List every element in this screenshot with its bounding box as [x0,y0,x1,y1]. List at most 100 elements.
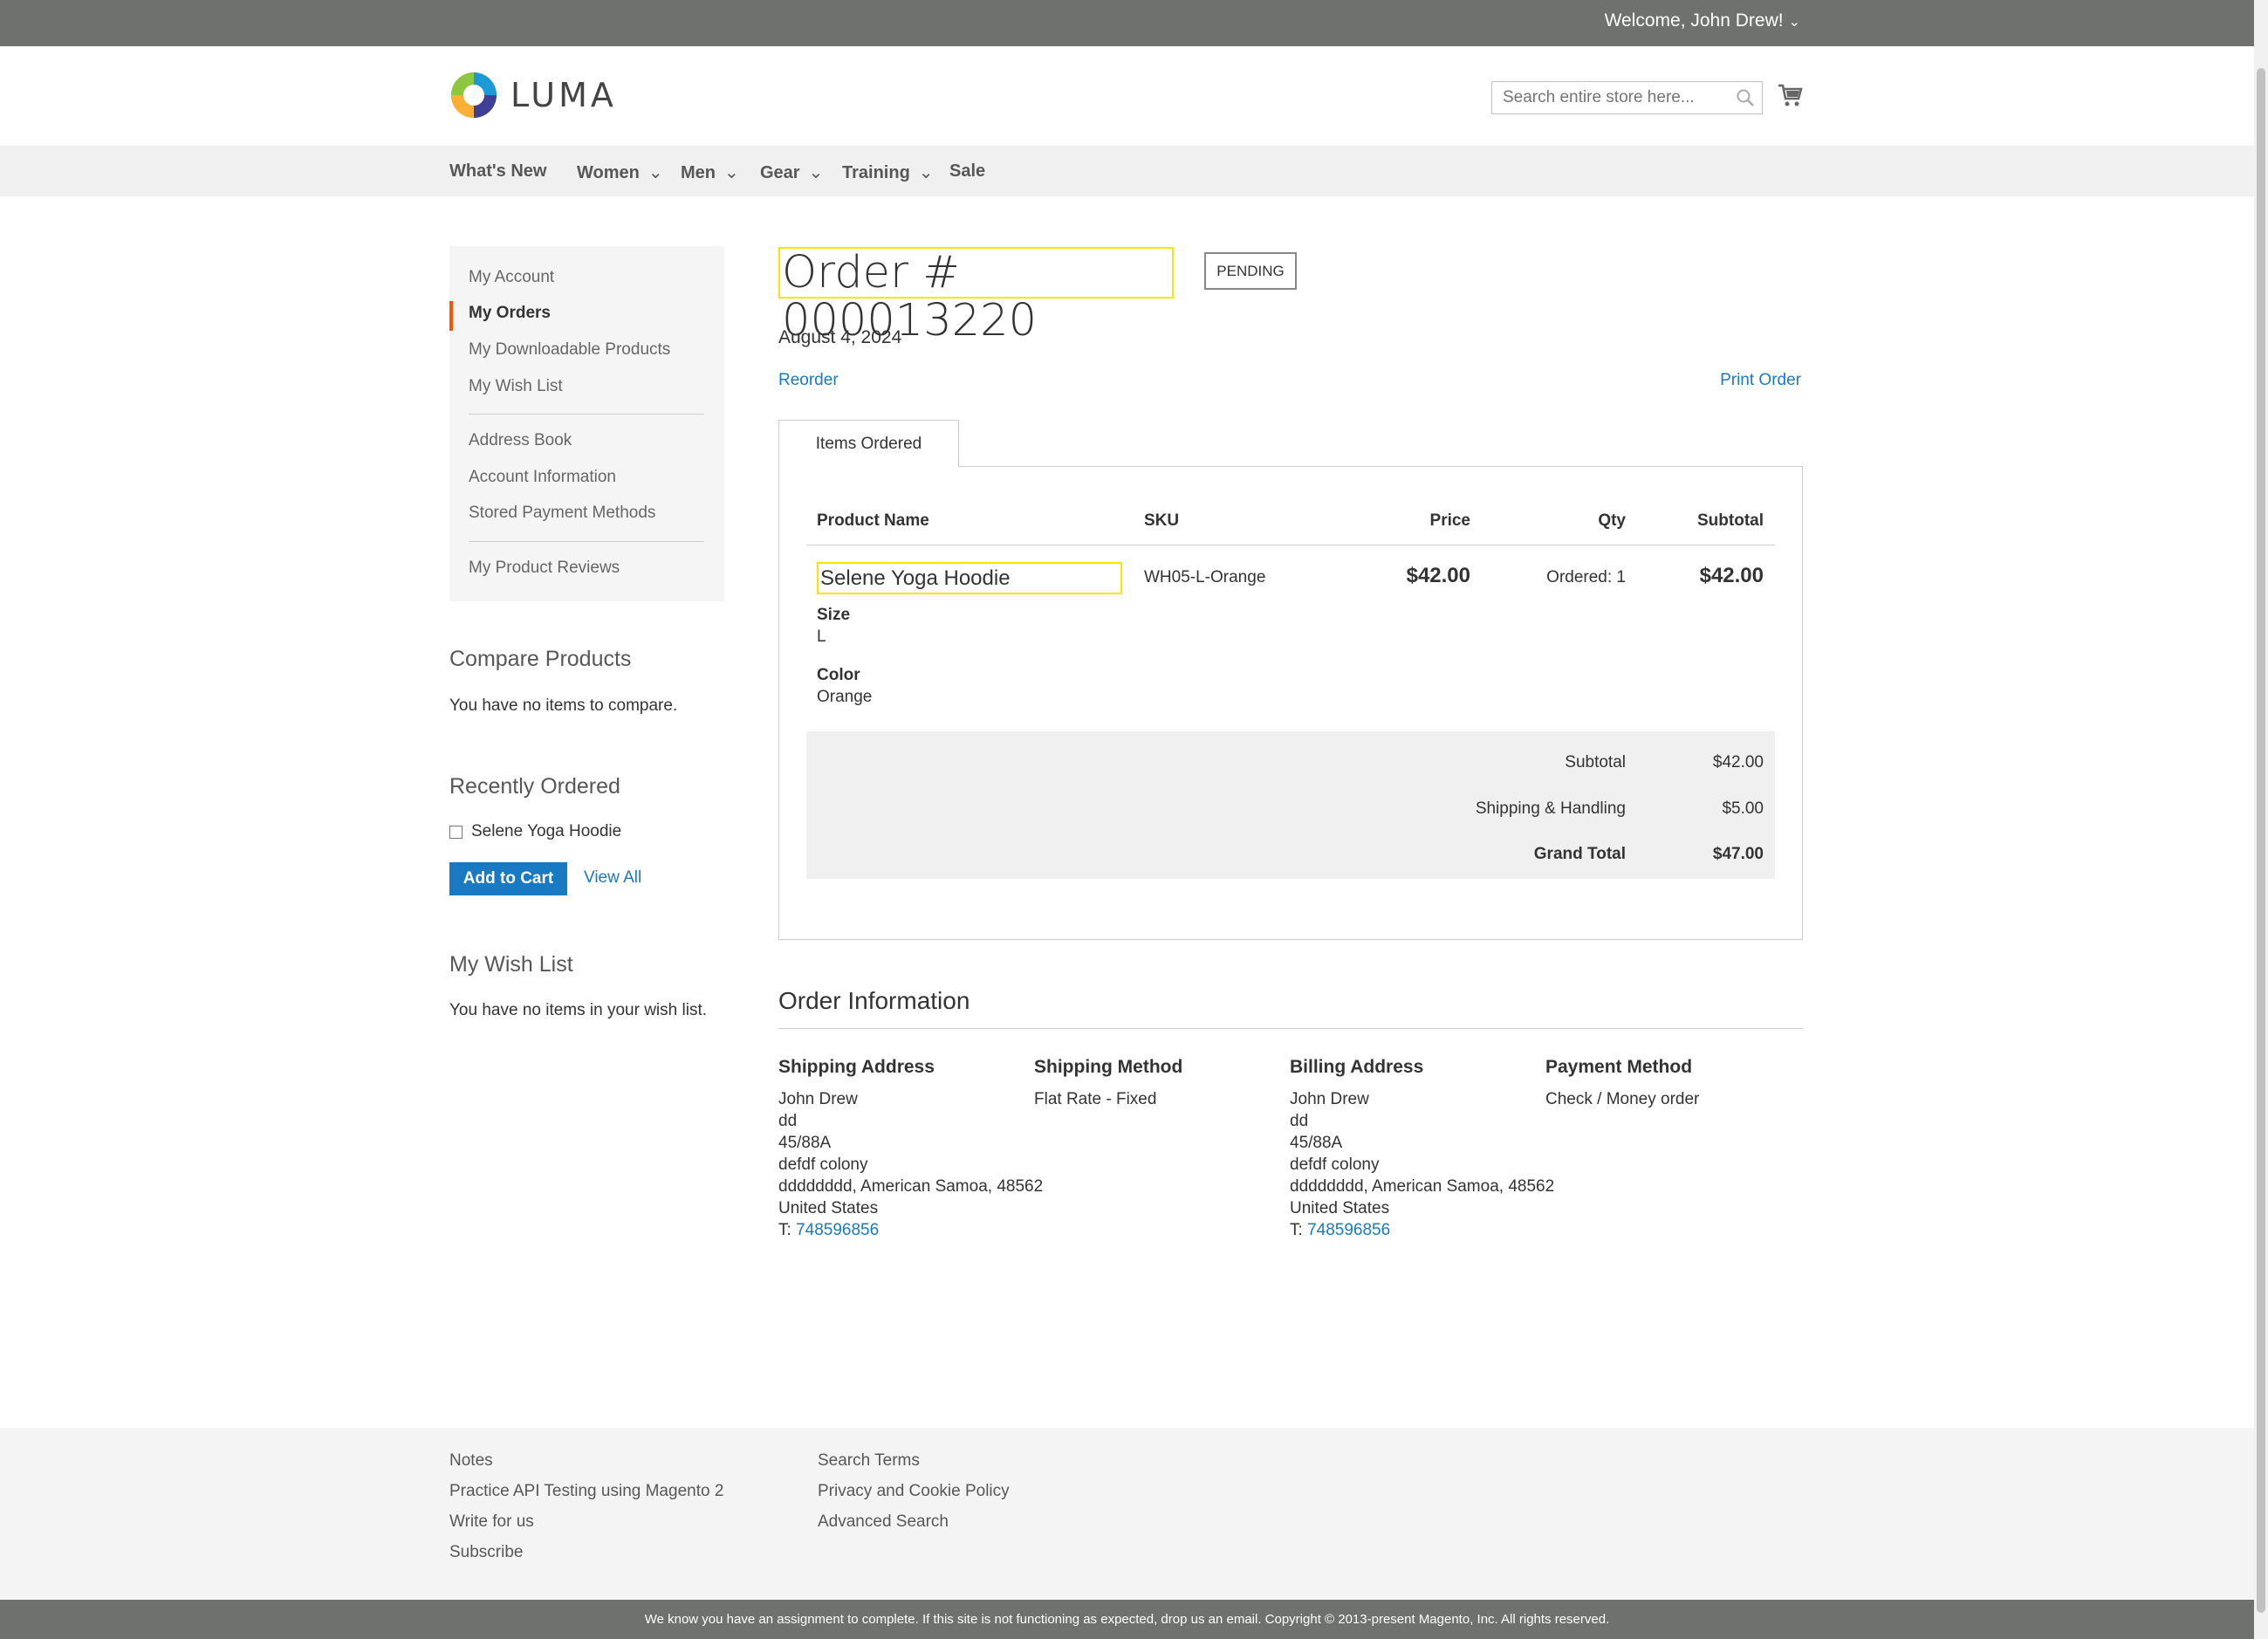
footer-link-subscribe[interactable]: Subscribe [449,1543,524,1562]
shipping-method-block: Shipping Method Flat Rate - Fixed [1034,1057,1292,1110]
nav-label: Sale [949,161,986,181]
footer-link-advanced-search[interactable]: Advanced Search [818,1512,949,1532]
copyright-text: We know you have an assignment to comple… [644,1612,1610,1627]
cart-icon[interactable] [1777,82,1803,108]
option-value: L [817,627,826,646]
address-line: John Drew [1290,1090,1369,1108]
payment-method-title: Payment Method [1545,1057,1693,1077]
compare-empty-text: You have no items to compare. [449,696,678,715]
sidebar-item-my-orders[interactable]: My Orders [469,304,551,323]
divider [469,541,704,542]
wishlist-empty-text: You have no items in your wish list. [449,1001,708,1019]
scrollbar-thumb[interactable] [2257,68,2265,1613]
active-marker [449,301,453,331]
nav-label: Gear [760,163,800,182]
chevron-down-icon: ⌄ [918,163,934,182]
nav-men[interactable]: Men ⌄ [681,161,739,183]
phone-prefix: T: [778,1221,797,1239]
reorder-link[interactable]: Reorder [778,371,839,390]
grand-total-label: Grand Total [1533,845,1626,863]
chevron-down-icon: ⌄ [724,163,739,182]
order-totals [806,731,1775,879]
footer-link-privacy-policy[interactable]: Privacy and Cookie Policy [818,1482,1010,1501]
footer-link-search-terms[interactable]: Search Terms [818,1451,920,1471]
product-sku: WH05-L-Orange [1144,568,1266,586]
option-label: Size [817,606,851,624]
sidebar-item-my-account[interactable]: My Account [469,268,554,287]
payment-method-block: Payment Method Check / Money order [1545,1057,1803,1110]
payment-method-value: Check / Money order [1545,1090,1700,1108]
address-line: defdf colony [778,1156,868,1174]
divider [469,414,704,415]
print-order-link[interactable]: Print Order [1720,371,1801,390]
footer-link-notes[interactable]: Notes [449,1451,493,1471]
welcome-text: Welcome, John Drew! [1604,10,1784,31]
column-price: Price [1429,511,1470,530]
nav-gear[interactable]: Gear ⌄ [760,161,823,183]
account-nav [449,246,724,601]
column-qty: Qty [1598,511,1626,530]
address-line: 45/88A [778,1134,832,1152]
phone-line: T: 748596856 [1290,1219,1547,1241]
nav-women[interactable]: Women ⌄ [577,161,663,183]
nav-sale[interactable]: Sale [949,161,985,182]
sidebar-item-account-information[interactable]: Account Information [469,468,616,487]
logo-text: LUMA [510,76,617,114]
phone-link[interactable]: 748596856 [1307,1221,1390,1239]
address-line: John Drew [778,1090,858,1108]
recent-item-checkbox[interactable] [449,826,463,839]
view-all-link[interactable]: View All [584,868,641,888]
sidebar-item-wish-list[interactable]: My Wish List [469,377,563,396]
column-subtotal: Subtotal [1697,511,1764,530]
billing-address-block: Billing Address John Drew dd 45/88A defd… [1290,1057,1555,1241]
order-information-title: Order Information [778,987,970,1014]
phone-link[interactable]: 748596856 [796,1221,879,1239]
phone-prefix: T: [1290,1221,1308,1239]
store-logo[interactable]: LUMA [449,71,617,120]
phone-line: T: 748596856 [778,1219,1036,1241]
luma-logo-icon [451,72,497,118]
address-line: dd [778,1112,798,1130]
search-icon[interactable] [1736,88,1755,107]
nav-label: Training [842,163,910,182]
address-line: 45/88A [1290,1134,1343,1152]
footer-link-api-testing[interactable]: Practice API Testing using Magento 2 [449,1482,723,1501]
welcome-menu[interactable]: Welcome, John Drew! ⌄ [1605,10,1800,31]
search-input[interactable]: Search entire store here... [1491,81,1763,114]
compare-title: Compare Products [449,647,632,671]
product-name: Selene Yoga Hoodie [817,562,1122,594]
column-product-name: Product Name [817,511,929,530]
order-date: August 4, 2024 [778,327,902,347]
totals-label: Shipping & Handling [1475,799,1626,818]
address-line: dddddddd, American Samoa, 48562 [1290,1177,1555,1196]
totals-value: $5.00 [1722,799,1764,818]
column-sku: SKU [1144,511,1180,530]
shipping-address-block: Shipping Address John Drew dd 45/88A def… [778,1057,1044,1241]
shipping-method-value: Flat Rate - Fixed [1034,1090,1157,1108]
option-label: Color [817,666,860,684]
tab-items-ordered[interactable]: Items Ordered [778,420,959,467]
footer-link-write-for-us[interactable]: Write for us [449,1512,534,1532]
add-to-cart-button[interactable]: Add to Cart [449,862,567,895]
address-line: United States [1290,1199,1390,1217]
page-footer [0,1428,2254,1600]
page-header [0,46,2254,146]
nav-whats-new[interactable]: What's New [449,161,546,182]
recent-item-name[interactable]: Selene Yoga Hoodie [471,822,621,841]
sidebar-item-address-book[interactable]: Address Book [469,431,572,450]
nav-training[interactable]: Training ⌄ [842,161,934,183]
recently-ordered-title: Recently Ordered [449,774,620,799]
sidebar-item-product-reviews[interactable]: My Product Reviews [469,559,620,578]
chevron-down-icon: ⌄ [1788,15,1800,30]
sidebar-item-downloadable-products[interactable]: My Downloadable Products [469,340,670,360]
address-line: dddddddd, American Samoa, 48562 [778,1177,1044,1196]
totals-label: Subtotal [1565,753,1626,771]
grand-total-value: $47.00 [1712,845,1764,863]
product-price: $42.00 [1406,564,1470,587]
nav-label: Men [681,163,716,182]
shipping-method-title: Shipping Method [1034,1057,1183,1077]
product-subtotal: $42.00 [1699,564,1764,587]
sidebar-item-stored-payment-methods[interactable]: Stored Payment Methods [469,504,655,523]
chevron-down-icon: ⌄ [648,163,663,182]
status-badge: PENDING [1204,252,1297,290]
